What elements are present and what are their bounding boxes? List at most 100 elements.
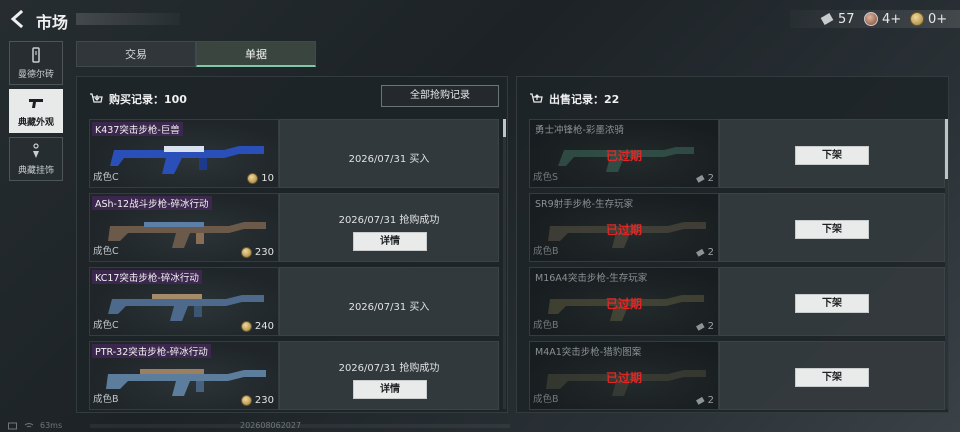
sales-row: SR9射手步枪-生存玩家 已过期 成色B 2 下架: [529, 193, 949, 262]
weapon-name: KC17突击步枪-碎冰行动: [92, 270, 202, 284]
purchase-scrollbar[interactable]: [503, 119, 506, 409]
weapon-thumbnail: M16A4突击步枪-生存玩家 已过期 成色B 2: [529, 267, 719, 336]
sales-count: 出售记录：22: [549, 93, 620, 106]
battery-icon: [8, 422, 17, 429]
sales-scrollbar[interactable]: [945, 119, 948, 409]
charm-icon: [33, 143, 39, 158]
coin-icon: [910, 12, 924, 26]
sidebar-item-label: 曼德尔砖: [17, 70, 54, 80]
weapon-thumbnail: SR9射手步枪-生存玩家 已过期 成色B 2: [529, 193, 719, 262]
weapon-grade: 成色B: [93, 394, 119, 405]
back-arrow-icon[interactable]: [8, 9, 28, 29]
tab-bar: 交易 单据: [76, 41, 316, 67]
sidebar-item-label: 典藏外观: [17, 118, 54, 128]
purchase-count: 购买记录：100: [109, 93, 187, 106]
purchase-date: 2026/07/31 买入: [348, 154, 430, 165]
count-value: 2: [707, 395, 714, 406]
scroll-thumb[interactable]: [945, 119, 948, 179]
weapon-grade: 成色B: [533, 246, 559, 257]
weapon-grade: 成色B: [533, 320, 559, 331]
sidebar-item-collection-skins[interactable]: 典藏外观: [9, 89, 63, 133]
listing-count: 2: [695, 247, 714, 258]
ticket-icon: [820, 13, 834, 25]
price-value: 230: [254, 395, 274, 406]
weapon-grade: 成色C: [93, 172, 119, 183]
rifle-image: [110, 146, 264, 174]
listing-count: 2: [695, 395, 714, 406]
coin-icon: [240, 395, 252, 406]
weapon-thumbnail: ASh-12战斗步枪-碎冰行动 成色C 230: [89, 193, 279, 262]
badge-icon: [864, 12, 878, 26]
currency-tickets: 57: [820, 10, 855, 28]
title-decoration: [76, 13, 180, 25]
wifi-icon: [24, 422, 34, 427]
expired-label: 已过期: [605, 297, 642, 311]
weapon-name: M16A4突击步枪-生存玩家: [535, 273, 648, 284]
all-snapup-records-button[interactable]: 全部抢购记录: [381, 85, 499, 107]
purchase-info: 2026/07/31 买入: [279, 119, 499, 188]
sales-panel: 出售记录：22 勇士冲锋枪-彩墨浓骑 已过期 成色S 2 下架 SR9射手步枪-…: [516, 76, 949, 413]
coin-icon: [240, 321, 252, 332]
price-value: 230: [254, 247, 274, 258]
cart-icon: [90, 93, 103, 103]
weapon-grade: 成色C: [93, 320, 119, 331]
weapon-thumbnail: K437突击步枪-巨兽 成色C 10: [89, 119, 279, 188]
weapon-name: K437突击步枪-巨兽: [92, 122, 183, 136]
weapon-name: SR9射手步枪-生存玩家: [535, 199, 634, 210]
scroll-thumb[interactable]: [503, 119, 506, 137]
weapon-name: ASh-12战斗步枪-碎冰行动: [92, 196, 212, 210]
tab-receipts[interactable]: 单据: [196, 41, 316, 67]
weapon-price: 230: [240, 247, 274, 258]
weapon-grade: 成色S: [533, 172, 559, 183]
sales-header: 出售记录：22: [529, 91, 619, 107]
ticket-icon: [695, 396, 705, 405]
purchase-row: KC17突击步枪-碎冰行动 成色C 240 2026/07/31 买入: [89, 267, 499, 336]
weapon-price: 240: [240, 321, 274, 332]
weapon-name: PTR-32突击步枪-碎冰行动: [92, 344, 211, 358]
details-button[interactable]: 详情: [353, 232, 427, 251]
coin-icon: [247, 173, 259, 184]
count-value: 2: [707, 247, 714, 258]
weapon-price: 10: [247, 173, 274, 184]
weapon-thumbnail: KC17突击步枪-碎冰行动 成色C 240: [89, 267, 279, 336]
currency-coins: 0+: [910, 10, 947, 28]
purchase-row: ASh-12战斗步枪-碎冰行动 成色C 230 2026/07/31 抢购成功 …: [89, 193, 499, 262]
count-value: 2: [707, 321, 714, 332]
purchase-header: 购买记录：100: [89, 91, 187, 107]
brick-icon: [32, 47, 40, 63]
purchase-info: 2026/07/31 买入: [279, 267, 499, 336]
weapon-price: 230: [240, 395, 274, 406]
sales-row: M4A1突击步枪-猎豹图案 已过期 成色B 2 下架: [529, 341, 949, 410]
currency-badges: 4+: [864, 10, 901, 28]
delist-button[interactable]: 下架: [795, 220, 869, 239]
sidebar-item-mandel-brick[interactable]: 曼德尔砖: [9, 41, 63, 85]
purchase-date: 2026/07/31 买入: [348, 302, 430, 313]
delist-button[interactable]: 下架: [795, 368, 869, 387]
details-button[interactable]: 详情: [353, 380, 427, 399]
tab-trade[interactable]: 交易: [76, 41, 196, 67]
weapon-name: 勇士冲锋枪-彩墨浓骑: [535, 125, 624, 136]
listing-count: 2: [695, 321, 714, 332]
sidebar-item-label: 典藏挂饰: [17, 166, 54, 176]
ticket-icon: [695, 248, 705, 257]
build-number: 202608062027: [240, 421, 302, 430]
delist-button[interactable]: 下架: [795, 294, 869, 313]
purchase-row: PTR-32突击步枪-碎冰行动 成色B 230 2026/07/31 抢购成功 …: [89, 341, 499, 410]
delist-button[interactable]: 下架: [795, 146, 869, 165]
purchase-date: 2026/07/31 抢购成功: [338, 215, 440, 226]
expired-label: 已过期: [605, 149, 642, 163]
price-value: 240: [254, 321, 274, 332]
listing-count: 2: [695, 173, 714, 184]
sell-cart-icon: [530, 93, 543, 103]
rifle-image: [108, 294, 264, 321]
count-value: 2: [707, 173, 714, 184]
network-status: 63ms: [8, 421, 62, 430]
sales-info: 下架: [719, 267, 945, 336]
sales-info: 下架: [719, 193, 945, 262]
ticket-icon: [695, 322, 705, 331]
purchase-info: 2026/07/31 抢购成功 详情: [279, 193, 499, 262]
currency-coins-value: 0+: [928, 11, 948, 27]
top-bar: 市场 57 4+ 0+: [0, 0, 960, 38]
weapon-thumbnail: PTR-32突击步枪-碎冰行动 成色B 230: [89, 341, 279, 410]
sidebar-item-collection-charms[interactable]: 典藏挂饰: [9, 137, 63, 181]
